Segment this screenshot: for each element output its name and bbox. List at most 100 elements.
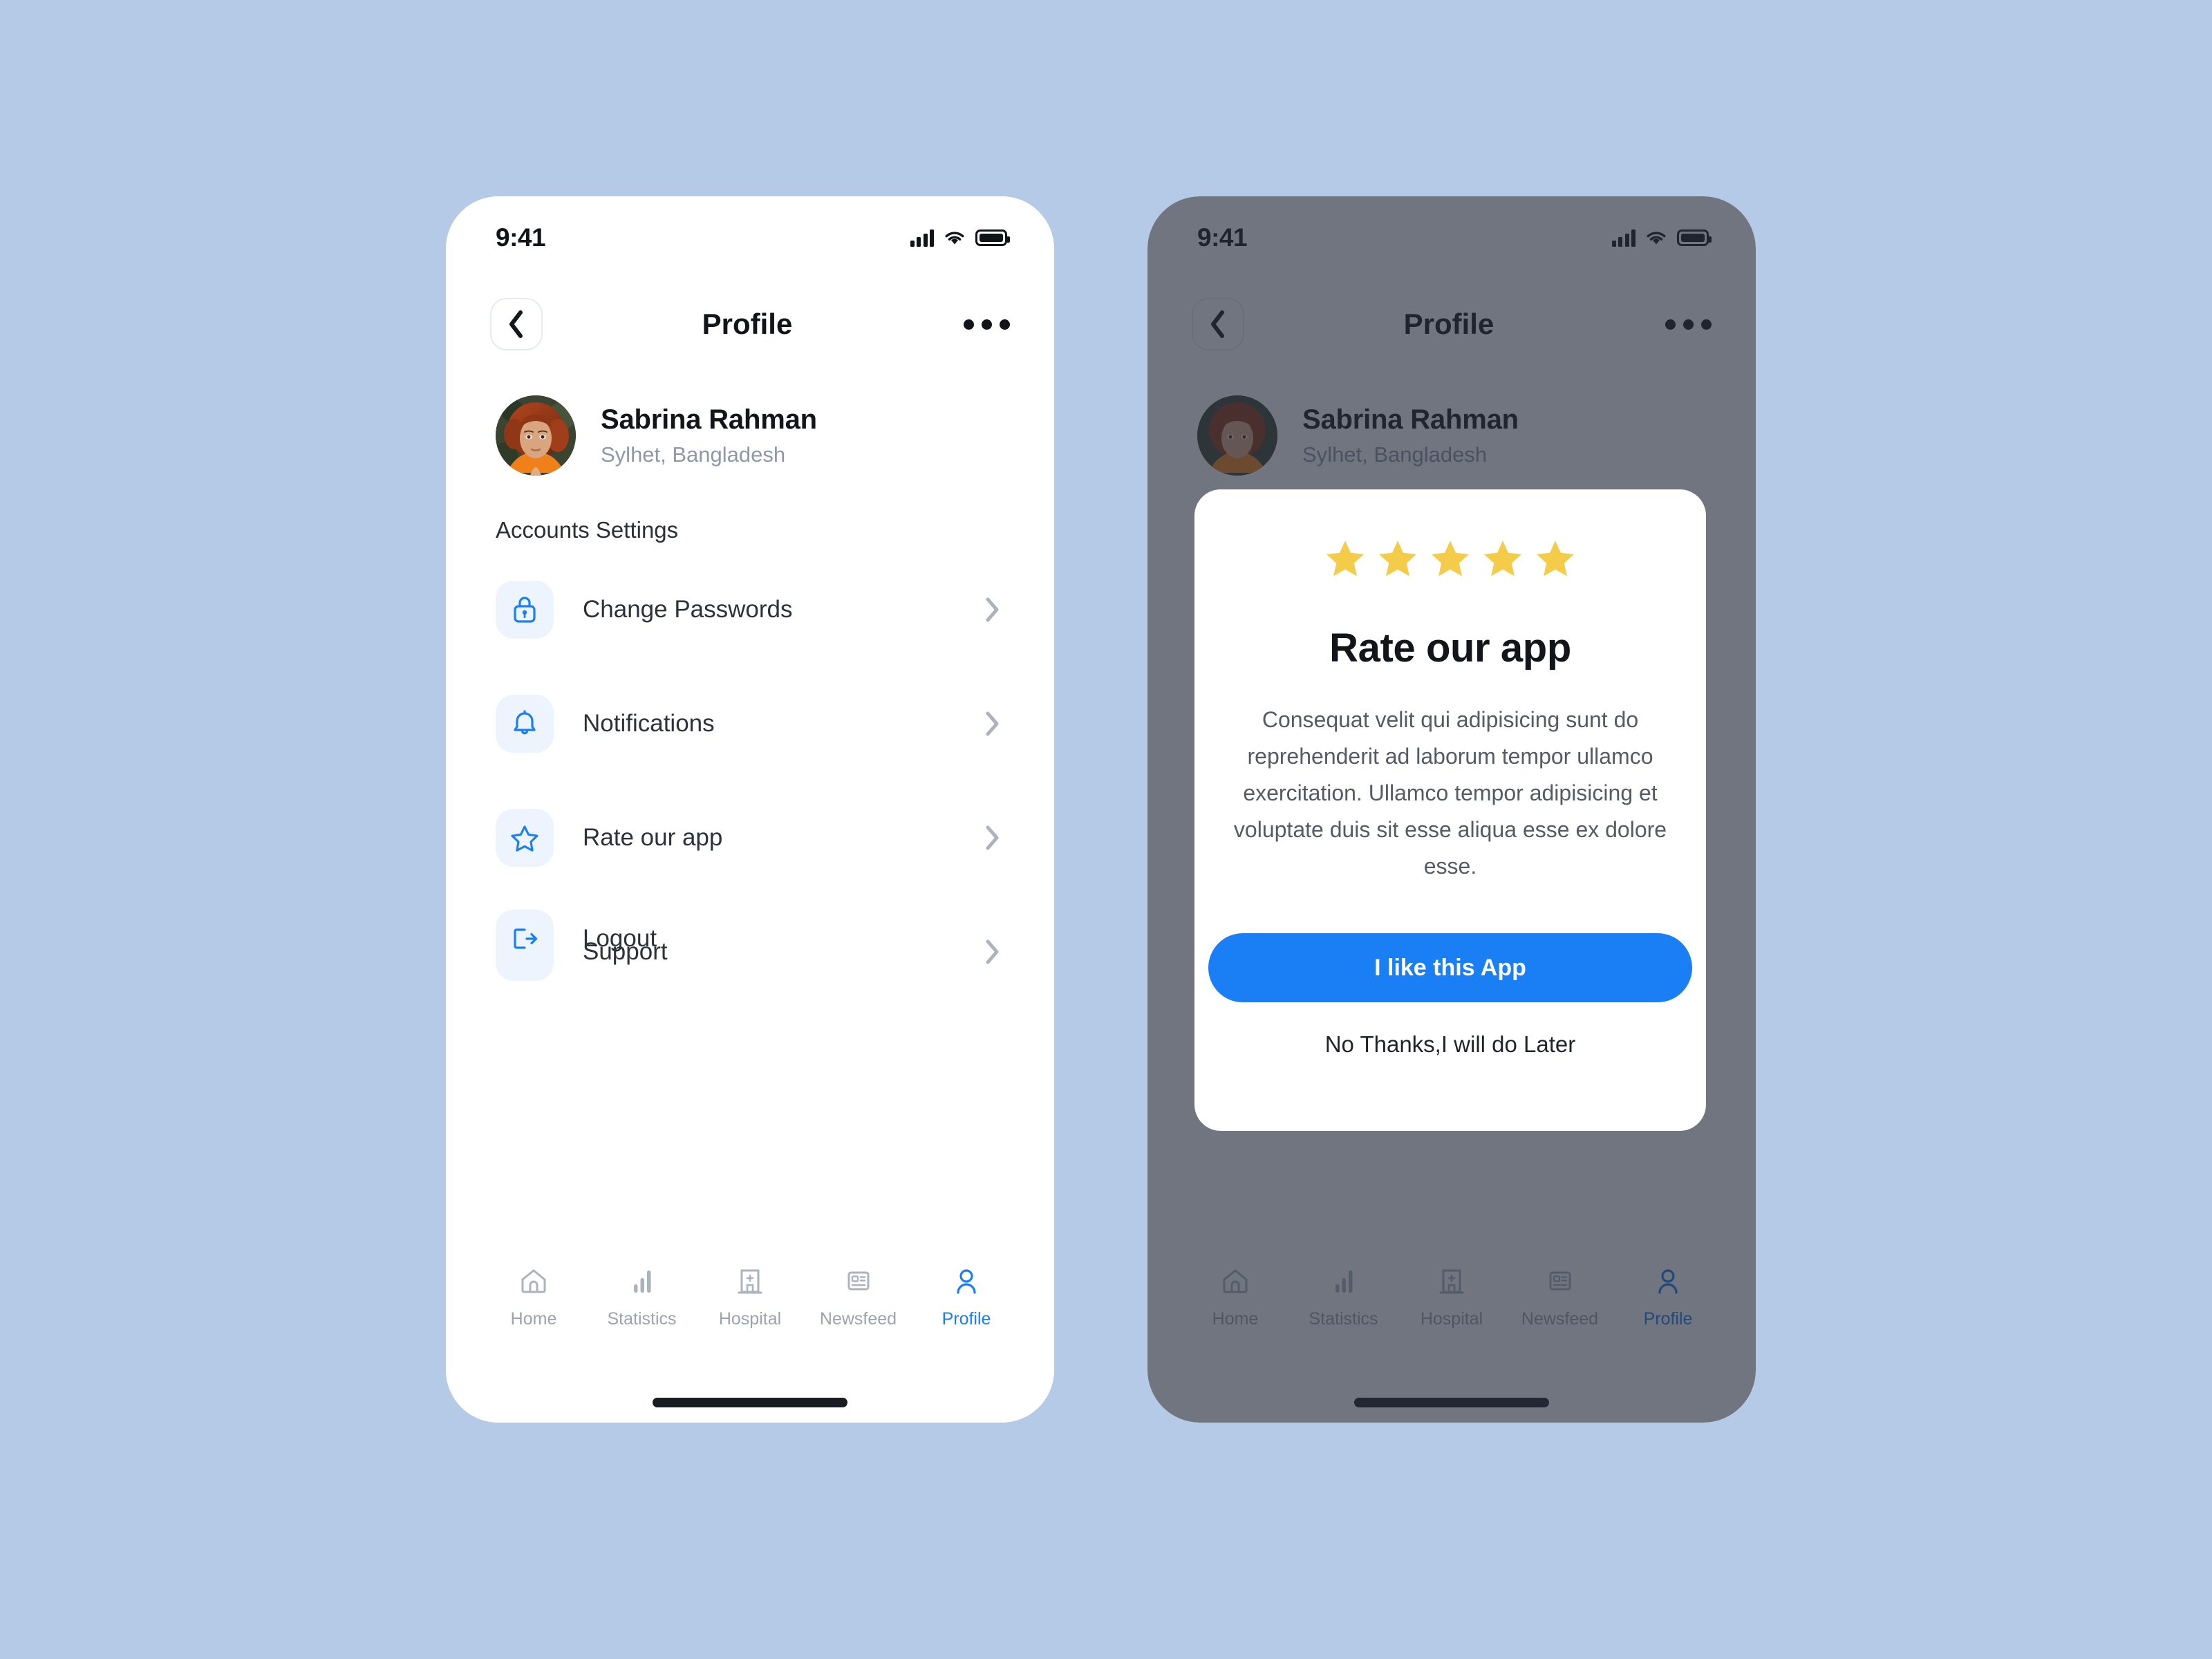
- wifi-icon: [945, 232, 964, 245]
- home-icon: [518, 1264, 550, 1298]
- tab-label: Newsfeed: [819, 1309, 897, 1329]
- rating-stars[interactable]: [1325, 539, 1575, 578]
- battery-icon: [1677, 229, 1712, 246]
- tab-statistics[interactable]: Statistics: [590, 1264, 694, 1329]
- bar-chart-icon: [1328, 1264, 1360, 1298]
- tab-label: Home: [510, 1309, 557, 1329]
- bottom-tab-bar: Home Statistics Hospital Newsfeed Profil…: [446, 1264, 1054, 1353]
- tab-label: Statistics: [607, 1309, 677, 1329]
- newsfeed-icon: [1544, 1264, 1576, 1298]
- logout-label: Logout: [583, 925, 657, 952]
- bell-icon: [514, 710, 536, 735]
- i-like-this-app-button[interactable]: I like this App: [1208, 933, 1692, 1002]
- dialog-body: Consequat velit qui adipisicing sunt do …: [1233, 707, 1667, 879]
- settings-row-change-passwords[interactable]: Change Passwords: [496, 581, 1004, 639]
- settings-row-notifications[interactable]: Notifications: [496, 695, 1004, 753]
- avatar-image: [496, 395, 576, 476]
- accounts-settings-heading: Accounts Settings: [496, 517, 679, 543]
- home-indicator: [1354, 1398, 1549, 1407]
- back-button[interactable]: [490, 298, 543, 350]
- status-icons: [1611, 229, 1712, 247]
- tab-label: Hospital: [1420, 1309, 1483, 1329]
- tab-hospital[interactable]: Hospital: [698, 1264, 802, 1329]
- bar-chart-icon: [626, 1264, 658, 1298]
- chevron-right-icon: [986, 597, 999, 622]
- tab-label: Statistics: [1309, 1309, 1378, 1329]
- dialog-title: Rate our app: [1329, 626, 1571, 671]
- phone-mockup-left: 9:41 Profile Sabrina Rahman Sylhet, Bang…: [446, 196, 1054, 1423]
- tab-home[interactable]: Home: [1183, 1264, 1287, 1329]
- tab-newsfeed[interactable]: Newsfeed: [1508, 1264, 1612, 1329]
- cellular-signal-icon: [910, 229, 934, 247]
- profile-location: Sylhet, Bangladesh: [601, 442, 786, 467]
- battery-icon: [975, 229, 1010, 246]
- profile-summary: Sabrina Rahman Sylhet, Bangladesh: [1197, 395, 1519, 476]
- hospital-icon: [1436, 1264, 1468, 1298]
- tab-label: Profile: [1643, 1309, 1693, 1329]
- star-icon-tile: [496, 809, 554, 867]
- canvas: 9:41 Profile Sabrina Rahman Sylhet, Bang…: [0, 0, 2212, 1659]
- bell-icon-tile: [496, 695, 554, 753]
- tab-profile[interactable]: Profile: [1616, 1264, 1720, 1329]
- status-bar: 9:41: [446, 196, 1054, 279]
- status-time: 9:41: [496, 223, 546, 252]
- avatar-image: [1197, 395, 1277, 476]
- tab-profile[interactable]: Profile: [915, 1264, 1018, 1329]
- newsfeed-icon: [843, 1264, 874, 1298]
- star-outline-icon: [511, 825, 538, 852]
- back-button[interactable]: [1192, 298, 1244, 350]
- chevron-right-icon: [986, 939, 999, 964]
- chevron-right-icon: [986, 825, 999, 850]
- profile-name: Sabrina Rahman: [601, 404, 817, 435]
- profile-location: Sylhet, Bangladesh: [1302, 442, 1488, 467]
- app-screen-profile: 9:41 Profile Sabrina Rahman Sylhet, Bang…: [446, 196, 1054, 1423]
- tab-hospital[interactable]: Hospital: [1400, 1264, 1503, 1329]
- settings-row-label: Change Passwords: [583, 596, 793, 623]
- profile-summary: Sabrina Rahman Sylhet, Bangladesh: [496, 395, 817, 476]
- settings-row-rate-our-app[interactable]: Rate our app: [496, 809, 1004, 867]
- lock-icon-tile: [496, 581, 554, 639]
- logout-icon-tile: [496, 910, 554, 968]
- tab-newsfeed[interactable]: Newsfeed: [807, 1264, 910, 1329]
- status-bar: 9:41: [1147, 196, 1756, 279]
- tab-label: Profile: [941, 1309, 991, 1329]
- hospital-icon: [734, 1264, 766, 1298]
- profile-text: Sabrina Rahman Sylhet, Bangladesh: [1302, 404, 1519, 467]
- star-filled-icon[interactable]: [1535, 539, 1575, 578]
- status-time: 9:41: [1197, 223, 1248, 252]
- app-header: Profile: [446, 279, 1054, 369]
- profile-icon: [950, 1264, 982, 1298]
- chevron-right-icon: [986, 711, 999, 736]
- star-filled-icon[interactable]: [1378, 539, 1418, 578]
- chevron-left-icon: [509, 310, 523, 338]
- logout-icon: [514, 928, 538, 949]
- star-filled-icon[interactable]: [1430, 539, 1470, 578]
- settings-row-label: Rate our app: [583, 824, 723, 851]
- tab-statistics[interactable]: Statistics: [1292, 1264, 1396, 1329]
- settings-row-label: Notifications: [583, 710, 715, 737]
- profile-text: Sabrina Rahman Sylhet, Bangladesh: [601, 404, 817, 467]
- tab-label: Newsfeed: [1521, 1309, 1599, 1329]
- profile-name: Sabrina Rahman: [1302, 404, 1519, 435]
- lock-icon: [514, 597, 536, 623]
- home-indicator: [653, 1398, 847, 1407]
- avatar[interactable]: [496, 395, 576, 476]
- tab-home[interactable]: Home: [482, 1264, 585, 1329]
- rate-app-dialog: Rate our app Consequat velit qui adipisi…: [1194, 489, 1706, 1131]
- star-filled-icon[interactable]: [1325, 539, 1365, 578]
- page-title: Profile: [1403, 308, 1494, 340]
- wifi-icon: [1647, 232, 1666, 245]
- bottom-tab-bar: Home Statistics Hospital Newsfeed Profil…: [1147, 1264, 1756, 1353]
- status-icons: [910, 229, 1010, 247]
- profile-icon: [1652, 1264, 1684, 1298]
- cellular-signal-icon: [1611, 229, 1635, 247]
- star-filled-icon[interactable]: [1483, 539, 1523, 578]
- chevron-left-icon: [1211, 310, 1224, 338]
- tab-label: Hospital: [718, 1309, 782, 1329]
- home-icon: [1219, 1264, 1251, 1298]
- more-options-icon[interactable]: [957, 319, 1010, 330]
- logout-button[interactable]: Logout: [496, 910, 657, 968]
- no-thanks-button[interactable]: No Thanks,I will do Later: [1325, 1031, 1576, 1058]
- more-options-icon[interactable]: [1659, 319, 1712, 330]
- avatar[interactable]: [1197, 395, 1277, 476]
